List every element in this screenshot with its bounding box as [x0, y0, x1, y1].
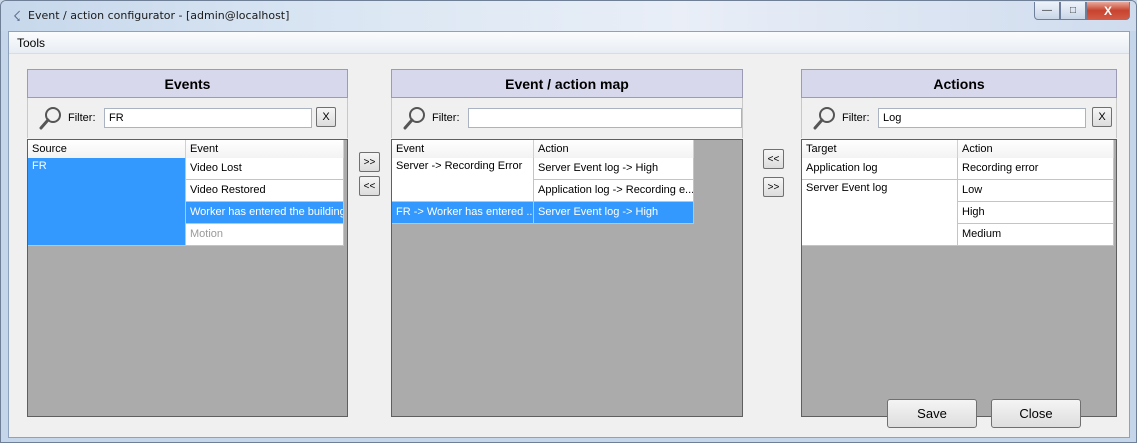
actions-panel-title: Actions: [801, 69, 1117, 98]
map-event-cell[interactable]: Server -> Recording Error: [392, 158, 534, 202]
actions-panel: Actions Filter: X Target Action Applicat…: [801, 69, 1117, 417]
actions-filter-input[interactable]: [878, 108, 1086, 128]
map-event-cell-selected[interactable]: FR -> Worker has entered ...: [392, 202, 534, 224]
lightning-icon: ☇: [12, 8, 22, 24]
maximize-button[interactable]: □: [1060, 2, 1086, 20]
client-area: Tools Events Filter: X Source Event FR: [8, 31, 1130, 438]
title-bar[interactable]: ☇ Event / action configurator - [admin@l…: [1, 1, 1136, 31]
remove-event-button[interactable]: <<: [359, 176, 380, 196]
close-icon: X: [1103, 3, 1112, 18]
actions-grid[interactable]: Target Action Application log Recording …: [801, 139, 1117, 417]
close-window-button[interactable]: X: [1086, 2, 1130, 20]
map-action-cell[interactable]: Application log -> Recording e...: [534, 180, 694, 202]
minimize-icon: —: [1042, 5, 1052, 16]
map-panel: Event / action map Filter: Event Action …: [391, 69, 743, 417]
map-grid[interactable]: Event Action Server -> Recording Error S…: [391, 139, 743, 417]
search-icon: [403, 107, 425, 130]
add-event-button[interactable]: >>: [359, 152, 380, 172]
events-panel-title: Events: [27, 69, 348, 98]
action-cell[interactable]: Low: [958, 180, 1114, 202]
minimize-button[interactable]: —: [1034, 2, 1060, 20]
maximize-icon: □: [1069, 5, 1077, 16]
event-cell-selected[interactable]: Worker has entered the building: [186, 202, 344, 224]
map-action-cell[interactable]: Server Event log -> High: [534, 158, 694, 180]
action-cell[interactable]: Medium: [958, 224, 1114, 246]
event-cell[interactable]: Video Lost: [186, 158, 344, 180]
map-action-cell-selected[interactable]: Server Event log -> High: [534, 202, 694, 224]
column-header-event[interactable]: Event: [392, 140, 534, 158]
event-cell[interactable]: Motion: [186, 224, 344, 246]
events-grid[interactable]: Source Event FR Video Lost Video Restore…: [27, 139, 348, 417]
events-grid-header: Source Event: [28, 140, 344, 158]
target-cell[interactable]: Application log: [802, 158, 958, 180]
configurator-window: ☇ Event / action configurator - [admin@l…: [0, 0, 1137, 443]
window-controls: — □ X: [1034, 2, 1130, 20]
source-cell[interactable]: FR: [28, 158, 186, 246]
map-panel-title: Event / action map: [391, 69, 743, 98]
events-panel: Events Filter: X Source Event FR Video L…: [27, 69, 348, 417]
map-filter-label: Filter:: [432, 112, 460, 124]
target-cell[interactable]: Server Event log: [802, 180, 958, 246]
window-title: Event / action configurator - [admin@loc…: [28, 9, 290, 22]
actions-filter-clear-button[interactable]: X: [1092, 107, 1112, 127]
column-header-action[interactable]: Action: [958, 140, 1114, 158]
search-icon: [39, 107, 61, 130]
map-grid-header: Event Action: [392, 140, 694, 158]
map-filter-row: Filter:: [391, 98, 743, 138]
column-header-source[interactable]: Source: [28, 140, 186, 158]
events-filter-row: Filter: X: [27, 98, 348, 138]
remove-action-button[interactable]: <<: [763, 149, 784, 169]
action-cell[interactable]: Recording error: [958, 158, 1114, 180]
map-filter-input[interactable]: [468, 108, 742, 128]
event-cell[interactable]: Video Restored: [186, 180, 344, 202]
actions-filter-label: Filter:: [842, 112, 870, 124]
menu-bar: Tools: [9, 32, 1129, 54]
events-filter-clear-button[interactable]: X: [316, 107, 336, 127]
actions-filter-row: Filter: X: [801, 98, 1117, 138]
close-button[interactable]: Close: [991, 399, 1081, 428]
action-cell[interactable]: High: [958, 202, 1114, 224]
events-filter-input[interactable]: [104, 108, 312, 128]
actions-grid-header: Target Action: [802, 140, 1114, 158]
menu-tools[interactable]: Tools: [17, 36, 45, 50]
column-header-event[interactable]: Event: [186, 140, 344, 158]
save-button[interactable]: Save: [887, 399, 977, 428]
add-action-button[interactable]: >>: [763, 177, 784, 197]
events-filter-label: Filter:: [68, 112, 96, 124]
column-header-target[interactable]: Target: [802, 140, 958, 158]
search-icon: [813, 107, 835, 130]
column-header-action[interactable]: Action: [534, 140, 694, 158]
